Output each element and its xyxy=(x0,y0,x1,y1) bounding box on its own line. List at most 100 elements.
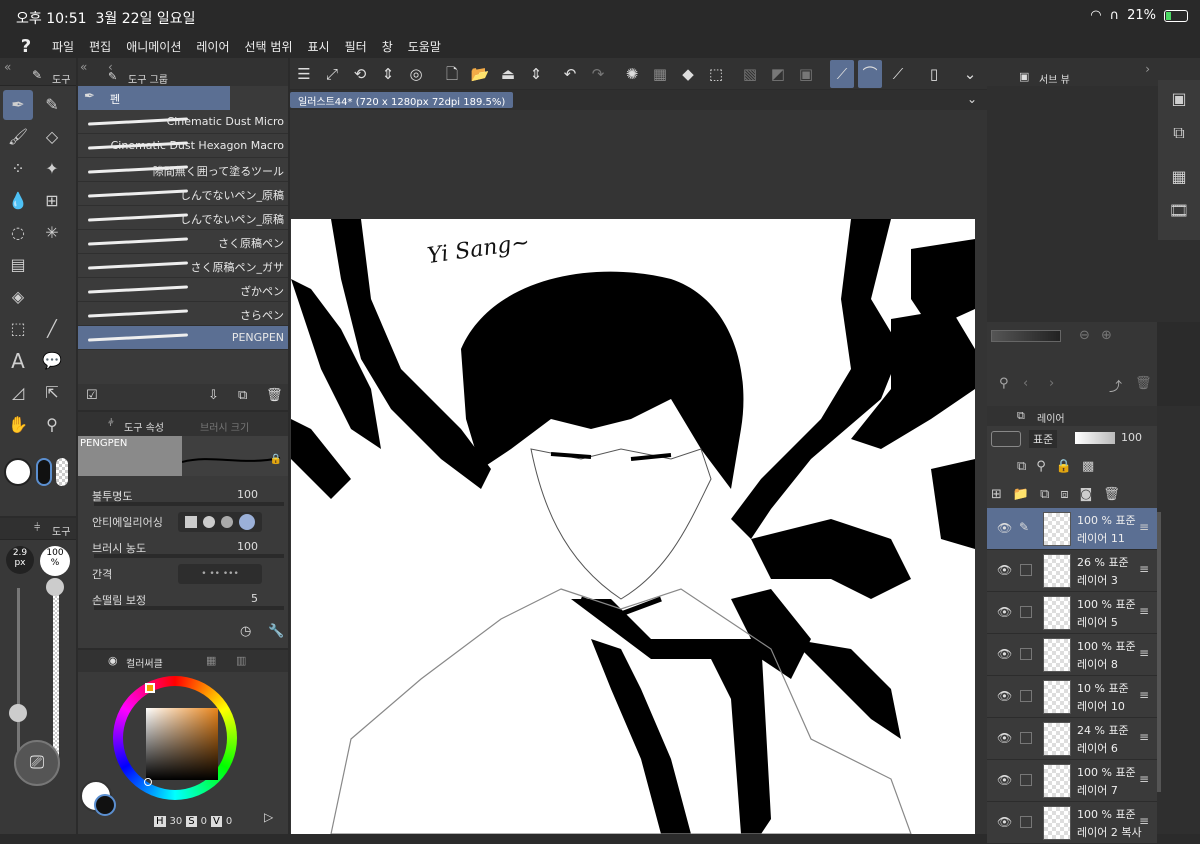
new-folder-icon[interactable]: 📁 xyxy=(1013,487,1029,502)
intermediate-color-tab-icon[interactable]: ▥ xyxy=(236,654,246,667)
delete-layer-icon[interactable]: 🗑 xyxy=(1103,487,1120,502)
artwork-canvas[interactable]: Yi Sang~ xyxy=(291,219,975,834)
object-tool-icon[interactable]: ⬚ xyxy=(3,314,33,344)
selection-icon[interactable]: ▣ xyxy=(794,60,818,88)
layer-checkbox[interactable] xyxy=(1020,690,1032,702)
visibility-eye-icon[interactable]: 👁 xyxy=(997,563,1012,577)
brush-item[interactable]: しんでないペン_原稿 xyxy=(78,182,288,206)
text-tool-icon[interactable]: A xyxy=(3,346,33,376)
stabilization-setting[interactable]: 손떨림 보정 5 xyxy=(78,588,288,614)
eyedropper-tool-icon[interactable]: ⚲ xyxy=(37,410,67,440)
pen-group-row[interactable]: ✒ 펜 xyxy=(78,86,230,110)
wrench-icon[interactable]: 🔧 xyxy=(268,624,284,639)
menu-window[interactable]: 창 xyxy=(382,38,393,55)
lasso-tool-icon[interactable]: ◌ xyxy=(3,218,33,248)
delete-brush-icon[interactable]: 🗑 xyxy=(266,388,283,403)
chevron-down-icon[interactable]: ⌄ xyxy=(958,60,982,88)
saturation-value-square[interactable] xyxy=(146,708,218,780)
brush-item[interactable]: 隙間無く囲って塗るツール xyxy=(78,158,288,182)
opacity-setting[interactable]: 불투명도 100 xyxy=(78,484,288,510)
move-tool-icon[interactable]: ⇱ xyxy=(37,378,67,408)
mesh-tool-icon[interactable]: ⊞ xyxy=(37,186,67,216)
transform-icon[interactable]: ⟲ xyxy=(348,60,372,88)
layer-checkbox[interactable] xyxy=(1020,774,1032,786)
lock-layer-icon[interactable]: 🔒 xyxy=(1056,459,1072,474)
brush-settings-icon[interactable]: ☑ xyxy=(86,388,98,403)
clear-icon[interactable]: ▦ xyxy=(648,60,672,88)
brush-item[interactable]: ざかペン xyxy=(78,278,288,302)
layer-menu-icon[interactable]: ≡ xyxy=(1139,646,1149,660)
opacity-slider-track[interactable] xyxy=(53,588,59,758)
opacity-slider-thumb[interactable] xyxy=(46,578,64,596)
layer-opacity-slider[interactable] xyxy=(1075,432,1115,444)
nav-prev-icon[interactable]: ‹ xyxy=(1023,376,1028,391)
open-icon[interactable]: 📂 xyxy=(468,60,492,88)
record-icon[interactable]: ◎ xyxy=(404,60,428,88)
undo-icon[interactable]: ↶ xyxy=(558,60,582,88)
sub-color-swatch[interactable] xyxy=(36,458,52,486)
special-ruler-icon[interactable]: ⌒ xyxy=(858,59,882,88)
visibility-eye-icon[interactable]: 👁 xyxy=(997,521,1012,535)
layers-rail-icon[interactable]: ⧉ xyxy=(1164,118,1194,148)
nav-delete-icon[interactable]: 🗑 xyxy=(1135,376,1152,391)
new-file-icon[interactable]: 🗋 xyxy=(440,60,464,88)
flip-icon[interactable]: ⇕ xyxy=(376,60,400,88)
fill-tool-icon[interactable]: ◈ xyxy=(3,282,33,312)
nav-next-icon[interactable]: › xyxy=(1049,376,1054,391)
visibility-eye-icon[interactable]: 👁 xyxy=(997,773,1012,787)
balloon-tool-icon[interactable]: 💬 xyxy=(37,346,67,376)
density-setting[interactable]: 브러시 농도 100 xyxy=(78,536,288,562)
ruler-tool-icon[interactable]: ◿ xyxy=(3,378,33,408)
layer-row[interactable]: 👁 10 % 표준 레이어 10 ≡ xyxy=(987,676,1157,718)
hue-picker[interactable] xyxy=(145,683,155,693)
fill-icon[interactable]: ◆ xyxy=(676,60,700,88)
zoom-in-icon[interactable]: ⊕ xyxy=(1101,328,1112,343)
fit-icon[interactable]: ⤢ xyxy=(320,60,344,88)
aa-medium-icon[interactable] xyxy=(221,516,233,528)
deselect-icon[interactable]: ▧ xyxy=(738,60,762,88)
tool-property-tab[interactable]: 도구 속성 xyxy=(124,419,164,434)
layer-menu-icon[interactable]: ≡ xyxy=(1139,730,1149,744)
layer-row[interactable]: 👁 100 % 표준 레이어 2 복사 ≡ xyxy=(987,802,1157,844)
blend-tool-icon[interactable]: 💧 xyxy=(3,186,33,216)
layer-menu-icon[interactable]: ≡ xyxy=(1139,688,1149,702)
pen-tool-icon[interactable]: ✒ xyxy=(3,90,33,120)
layer-checkbox[interactable] xyxy=(1020,732,1032,744)
menu-icon[interactable]: ☰ xyxy=(292,60,316,88)
merge-layer-icon[interactable]: ⧈ xyxy=(1060,487,1068,502)
layer-menu-icon[interactable]: ≡ xyxy=(1139,562,1149,576)
clip-icon[interactable]: ⧉ xyxy=(1017,459,1026,474)
aa-strong-icon[interactable] xyxy=(239,514,255,530)
device-icon[interactable]: ▯ xyxy=(922,60,946,88)
layer-row[interactable]: 👁 100 % 표준 레이어 7 ≡ xyxy=(987,760,1157,802)
expand-icon[interactable]: « xyxy=(80,60,87,74)
copy-brush-icon[interactable]: ⧉ xyxy=(238,388,247,403)
brush-size-tab[interactable]: 브러시 크기 xyxy=(200,419,249,434)
app-logo-icon[interactable]: ? xyxy=(0,34,52,58)
antialiasing-setting[interactable]: 안티에일리어싱 xyxy=(78,510,288,536)
visibility-eye-icon[interactable]: 👁 xyxy=(997,689,1012,703)
reset-icon[interactable]: ◷ xyxy=(240,624,251,639)
reference-icon[interactable]: ⚲ xyxy=(1036,459,1046,474)
animation-rail-icon[interactable]: 🎞 xyxy=(1164,196,1194,226)
loading-icon[interactable]: ✺ xyxy=(620,60,644,88)
visibility-eye-icon[interactable]: 👁 xyxy=(997,647,1012,661)
subview-collapse-icon[interactable]: › xyxy=(1145,62,1150,76)
line-tool-icon[interactable]: ╱ xyxy=(37,314,67,344)
visibility-eye-icon[interactable]: 👁 xyxy=(997,815,1012,829)
menu-view[interactable]: 표시 xyxy=(308,38,330,55)
spacing-setting[interactable]: 간격 • •• ••• xyxy=(78,562,288,588)
sub-color-swatch-small[interactable] xyxy=(94,794,116,816)
transparent-swatch[interactable] xyxy=(56,458,68,486)
layer-menu-icon[interactable]: ≡ xyxy=(1139,772,1149,786)
color-set-tab-icon[interactable]: ▦ xyxy=(206,654,216,667)
brush-item[interactable]: さく原稿ペン_ガサ xyxy=(78,254,288,278)
layer-row[interactable]: 👁 26 % 표준 레이어 3 ≡ xyxy=(987,550,1157,592)
brush-tool-icon[interactable]: 🖌 xyxy=(3,122,33,152)
mask-icon[interactable]: ◙ xyxy=(1080,487,1093,502)
menu-filter[interactable]: 필터 xyxy=(345,38,367,55)
pencil-tool-icon[interactable]: ✎ xyxy=(37,90,67,120)
menu-animation[interactable]: 애니메이션 xyxy=(126,38,181,55)
size-slider-track[interactable] xyxy=(17,588,20,758)
visibility-eye-icon[interactable]: 👁 xyxy=(997,731,1012,745)
